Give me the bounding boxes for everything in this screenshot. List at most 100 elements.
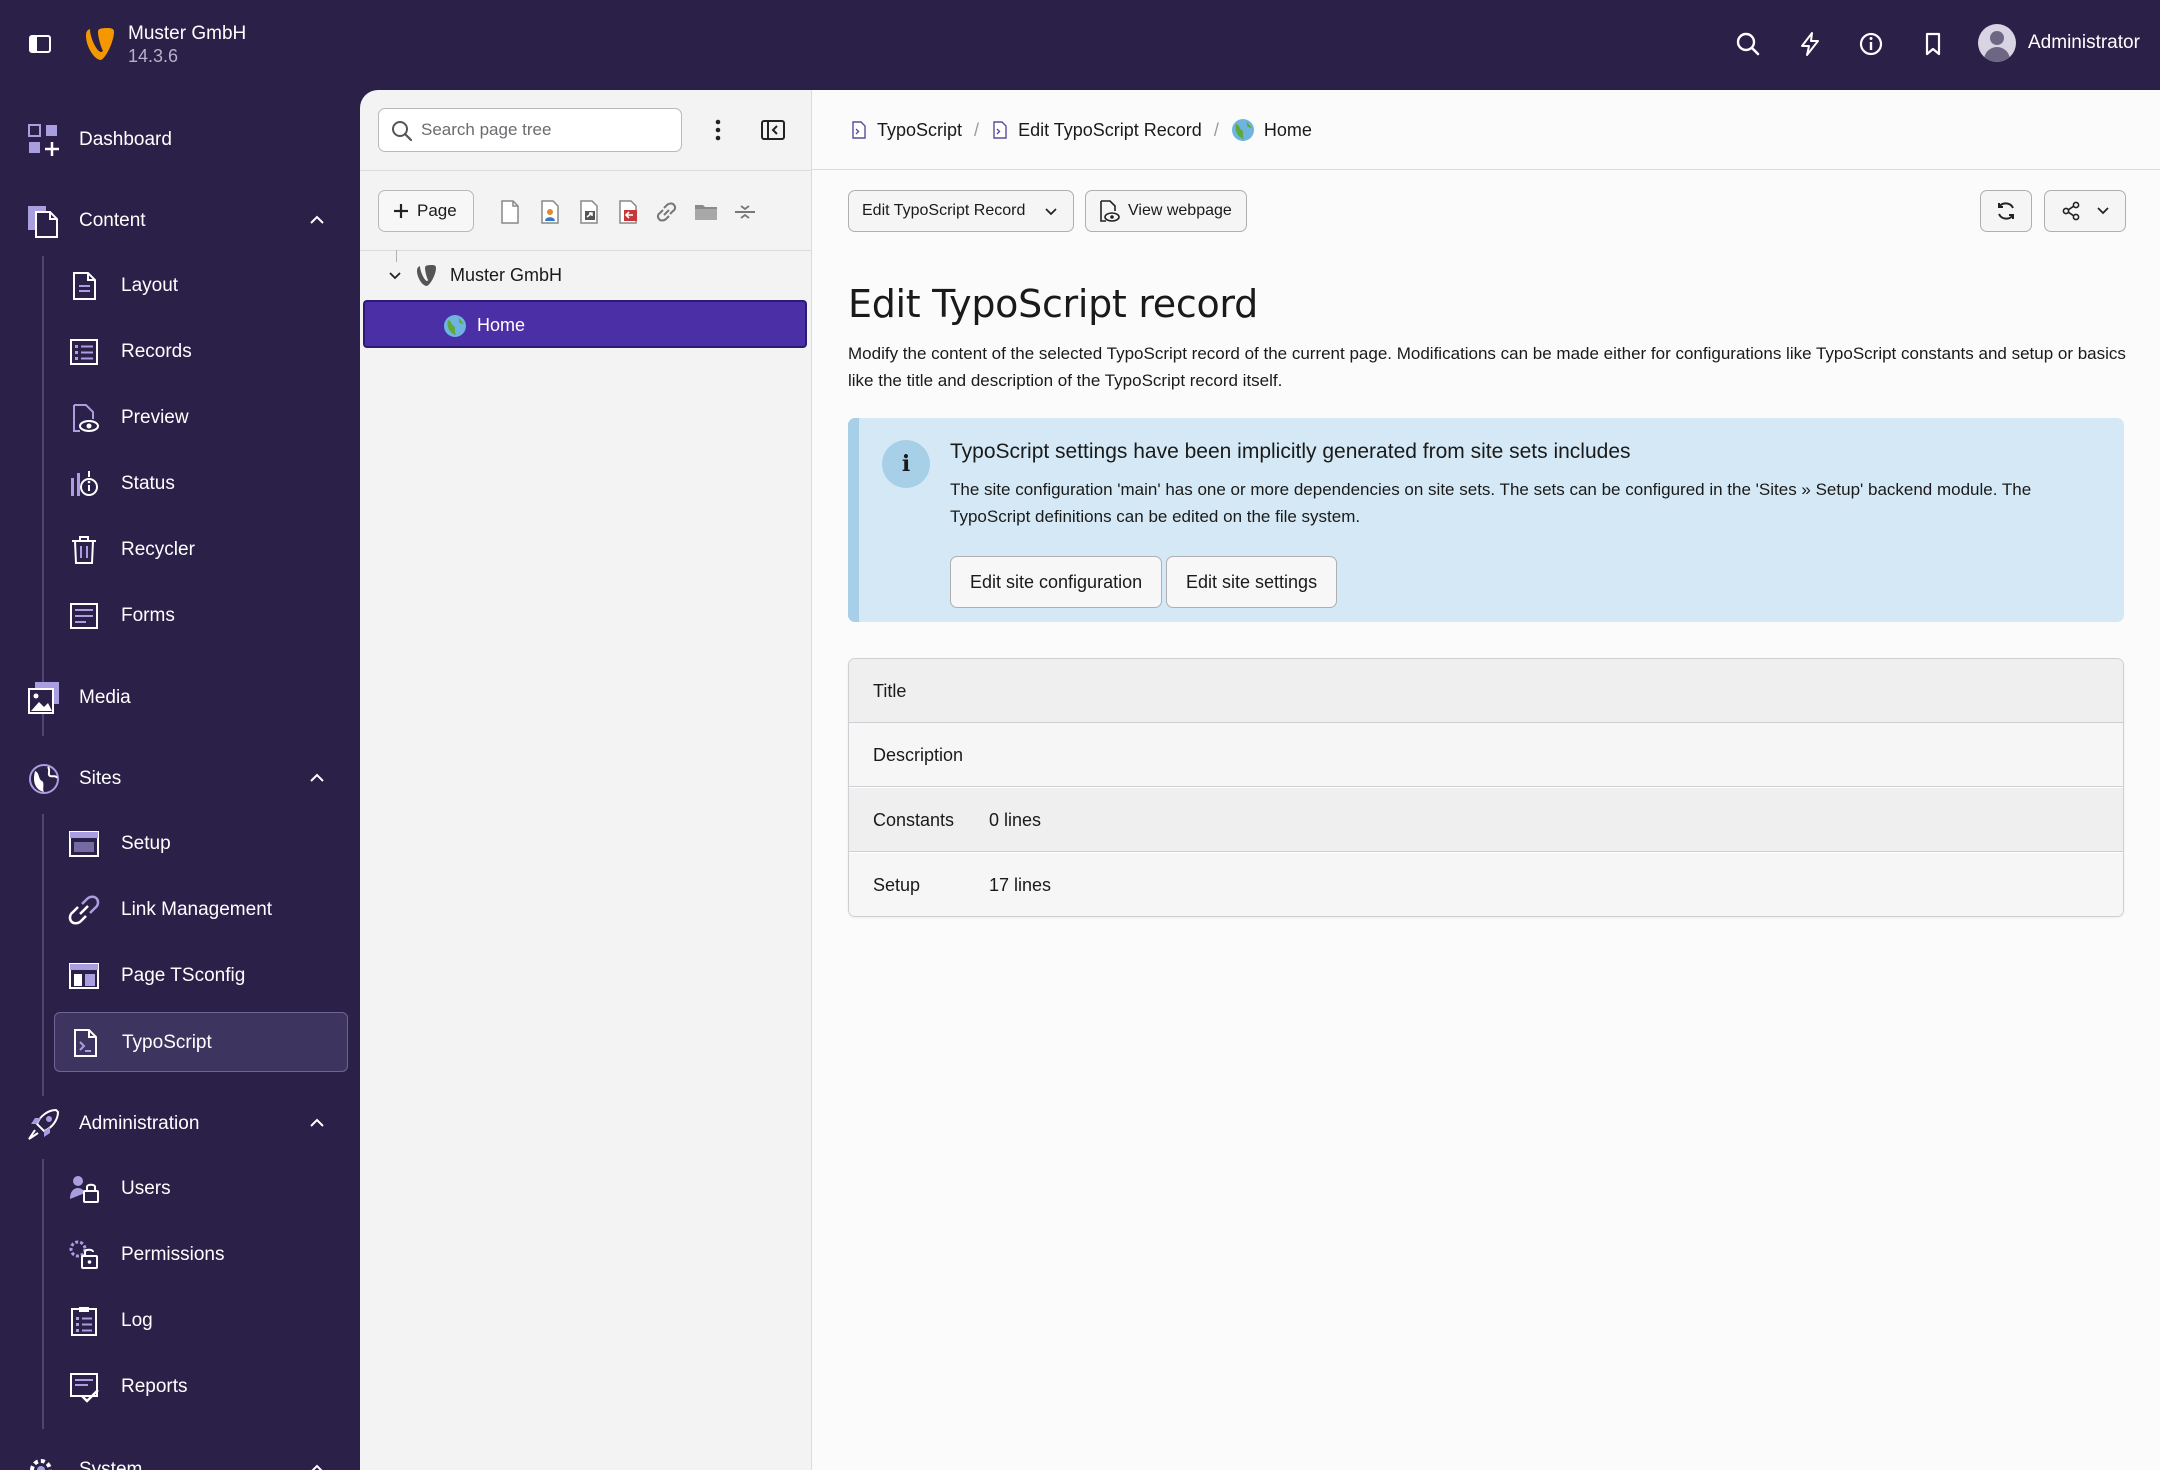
menu-group-administration[interactable]: Administration: [0, 1096, 360, 1152]
table-row-title[interactable]: Title: [849, 659, 2123, 723]
menu-item-records[interactable]: Records: [54, 322, 348, 382]
menu-item-setup[interactable]: Setup: [54, 814, 348, 874]
menu-group-system[interactable]: System: [0, 1442, 360, 1470]
record-summary-table: Title Description Constants 0 lines Setu…: [848, 658, 2124, 917]
menu-item-recycler[interactable]: Recycler: [54, 520, 348, 580]
more-options-icon[interactable]: [706, 114, 730, 146]
reports-icon: [68, 1371, 100, 1403]
tree-node-home[interactable]: Home: [363, 300, 807, 348]
tree-search-box[interactable]: [378, 108, 682, 152]
menu-label: Media: [79, 687, 131, 708]
bookmark-icon[interactable]: [1917, 28, 1949, 60]
menu-item-preview[interactable]: Preview: [54, 388, 348, 448]
breadcrumb-item-home[interactable]: Home: [1231, 118, 1312, 142]
breadcrumb-label: Edit TypoScript Record: [1018, 119, 1202, 140]
share-button[interactable]: [2044, 190, 2126, 232]
doktype-folder-icon[interactable]: [692, 198, 720, 226]
menu-label: Page TSconfig: [121, 965, 246, 986]
row-value: 17 lines: [989, 875, 1052, 895]
row-value: 0 lines: [989, 810, 1042, 830]
table-row-constants[interactable]: Constants 0 lines: [849, 788, 2123, 852]
menu-label: Users: [121, 1178, 171, 1199]
menu-label: Link Management: [121, 899, 273, 920]
chevron-up-icon[interactable]: [306, 767, 328, 789]
chevron-down-icon[interactable]: [386, 266, 404, 284]
view-webpage-button[interactable]: View webpage: [1085, 190, 1247, 232]
chevron-down-icon: [1045, 208, 1057, 216]
edit-site-settings-button[interactable]: Edit site settings: [1166, 556, 1338, 608]
table-row-description[interactable]: Description: [849, 723, 2123, 787]
record-action-select[interactable]: Edit TypoScript Record: [848, 190, 1074, 232]
chevron-up-icon[interactable]: [306, 209, 328, 231]
menu-group-line: [42, 1159, 44, 1429]
menu-item-reports[interactable]: Reports: [54, 1357, 348, 1417]
breadcrumb-item-edit-record[interactable]: Edit TypoScript Record: [991, 120, 1202, 141]
menu-item-link-management[interactable]: Link Management: [54, 880, 348, 940]
menu-item-page-tsconfig[interactable]: Page TSconfig: [54, 946, 348, 1006]
menu-label: Administration: [79, 1113, 200, 1134]
page-description: Modify the content of the selected TypoS…: [848, 344, 2126, 390]
divider: [360, 170, 812, 171]
tree-search-input[interactable]: [421, 117, 671, 143]
link-icon: [68, 894, 100, 926]
record-action-label: Edit TypoScript Record: [862, 202, 1026, 219]
doktype-link-icon[interactable]: [653, 198, 681, 226]
menu-item-layout[interactable]: Layout: [54, 256, 348, 316]
chevron-down-icon: [2097, 207, 2109, 215]
user-menu[interactable]: Administrator: [1978, 24, 2140, 62]
edit-site-configuration-button[interactable]: Edit site configuration: [950, 556, 1163, 608]
menu-label: Sites: [79, 768, 122, 789]
doktype-page-icon[interactable]: [496, 198, 524, 226]
setup-icon: [68, 828, 100, 860]
new-page-button[interactable]: Page: [378, 190, 474, 232]
menu-group-sites[interactable]: Sites: [0, 751, 360, 807]
collapse-tree-icon[interactable]: [758, 116, 788, 144]
typo3-logo-icon[interactable]: [82, 24, 118, 64]
doktype-divider-icon[interactable]: [731, 198, 759, 226]
table-row-setup[interactable]: Setup 17 lines: [849, 853, 2123, 916]
menu-item-typoscript[interactable]: TypoScript: [54, 1012, 348, 1072]
typo3-site-root-icon: [417, 265, 436, 286]
menu-item-status[interactable]: Status: [54, 454, 348, 514]
preview-icon: [68, 402, 100, 434]
avatar: [1978, 24, 2016, 62]
content-icon: [26, 203, 62, 239]
menu-label: Preview: [121, 407, 189, 428]
doktype-backend-user-icon[interactable]: [536, 198, 564, 226]
content-area: TypoScript / Edit TypoScript Record / Ho…: [812, 90, 2160, 1470]
records-icon: [68, 336, 100, 368]
menu-item-permissions[interactable]: Permissions: [54, 1225, 348, 1285]
menu-item-log[interactable]: Log: [54, 1291, 348, 1351]
permissions-icon: [68, 1239, 100, 1271]
menu-label: Dashboard: [79, 129, 172, 150]
media-icon: [26, 680, 62, 716]
reload-button[interactable]: [1980, 190, 2032, 232]
page-tree-panel: Page Muster GmbH Home: [360, 90, 812, 1470]
menu-label: TypoScript: [122, 1032, 212, 1053]
menu-label: Log: [121, 1310, 153, 1331]
menu-item-dashboard[interactable]: Dashboard: [0, 112, 360, 168]
menu-group-content[interactable]: Content: [0, 193, 360, 249]
breadcrumb-item-typoscript[interactable]: TypoScript: [850, 120, 962, 141]
site-version: 14.3.6: [128, 46, 179, 66]
menu-label: Recycler: [121, 539, 195, 560]
breadcrumb-separator: /: [974, 119, 980, 140]
sidebar-toggle-icon[interactable]: [26, 30, 54, 58]
menu-label: Reports: [121, 1376, 188, 1397]
menu-item-forms[interactable]: Forms: [54, 586, 348, 646]
menu-item-users[interactable]: Users: [54, 1159, 348, 1219]
flash-icon[interactable]: [1794, 28, 1826, 60]
search-icon[interactable]: [1732, 28, 1764, 60]
doktype-shortcut-icon[interactable]: [575, 198, 603, 226]
menu-item-media[interactable]: Media: [0, 670, 360, 726]
info-icon[interactable]: [1855, 28, 1887, 60]
dashboard-icon: [26, 122, 62, 158]
rocket-icon: [26, 1106, 62, 1142]
log-icon: [68, 1305, 100, 1337]
share-icon: [2062, 201, 2080, 221]
doktype-mountpoint-icon[interactable]: [614, 198, 642, 226]
tree-node-root[interactable]: Muster GmbH: [386, 262, 562, 288]
row-label: Title: [873, 681, 907, 701]
chevron-up-icon[interactable]: [306, 1458, 328, 1470]
chevron-up-icon[interactable]: [306, 1112, 328, 1134]
